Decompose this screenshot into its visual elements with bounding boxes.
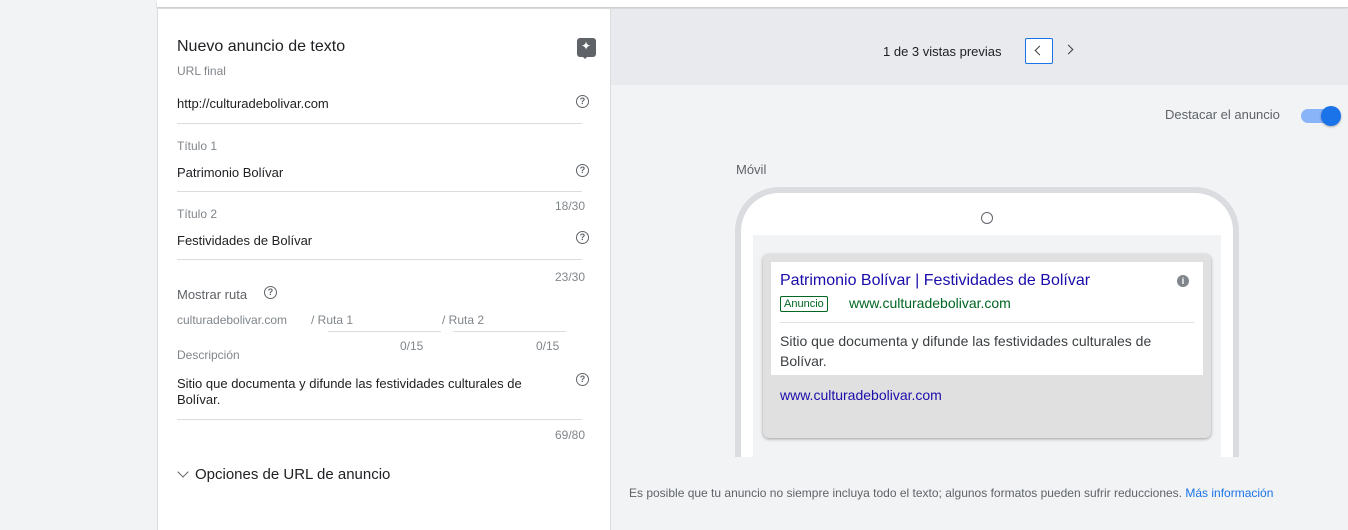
highlight-ad-label: Destacar el anuncio — [1165, 107, 1280, 122]
final-url-help-icon[interactable]: ? — [576, 95, 589, 108]
final-url-input[interactable]: http://culturadebolivar.com — [177, 96, 329, 111]
disclaimer-text: Es posible que tu anuncio no siempre inc… — [629, 486, 1182, 500]
preview-panel: 1 de 3 vistas previas Destacar el anunci… — [610, 9, 1348, 530]
title2-counter: 23/30 — [555, 270, 586, 284]
description-counter: 69/80 — [555, 428, 586, 442]
previous-preview-button[interactable] — [1025, 38, 1053, 64]
title2-divider — [177, 259, 582, 260]
ad-display-url: www.culturadebolivar.com — [849, 295, 1011, 311]
preview-count: 1 de 3 vistas previas — [883, 44, 1002, 59]
ad-preview-body: Patrimonio Bolívar | Festividades de Bol… — [771, 262, 1203, 375]
path-help-icon[interactable]: ? — [264, 286, 277, 299]
description-input[interactable]: Sitio que documenta y difunde las festiv… — [177, 376, 562, 408]
ad-headline[interactable]: Patrimonio Bolívar | Festividades de Bol… — [780, 272, 1090, 290]
path-label: Mostrar ruta — [177, 287, 248, 302]
ad-sitelink[interactable]: www.culturadebolivar.com — [780, 387, 942, 403]
path-domain: culturadebolivar.com — [177, 313, 288, 327]
title1-input[interactable]: Patrimonio Bolívar — [177, 165, 283, 180]
title1-counter: 18/30 — [555, 199, 586, 213]
url-options-label: Opciones de URL de anuncio — [195, 466, 391, 483]
chevron-down-icon — [177, 466, 189, 478]
title1-help-icon[interactable]: ? — [576, 164, 589, 177]
ad-preview-icon[interactable] — [577, 38, 596, 59]
final-url-label: URL final — [177, 64, 226, 78]
preview-disclaimer: Es posible que tu anuncio no siempre inc… — [629, 486, 1341, 501]
path1-counter: 0/15 — [400, 339, 424, 353]
title2-label: Título 2 — [177, 207, 218, 221]
path2-input[interactable]: / Ruta 2 — [442, 313, 484, 327]
path1-input[interactable]: / Ruta 1 — [311, 313, 353, 327]
top-bar — [157, 0, 1348, 8]
url-options-toggle[interactable]: Opciones de URL de anuncio — [177, 466, 390, 483]
mobile-phone-frame: Patrimonio Bolívar | Festividades de Bol… — [735, 187, 1239, 457]
page: Nuevo anuncio de texto URL final http://… — [0, 0, 1348, 530]
path2-counter: 0/15 — [536, 339, 560, 353]
description-help-icon[interactable]: ? — [576, 373, 589, 386]
description-divider — [177, 419, 582, 420]
phone-screen: Patrimonio Bolívar | Festividades de Bol… — [753, 235, 1221, 457]
next-preview-button[interactable] — [1057, 38, 1085, 64]
path1-underline — [328, 331, 441, 332]
description-label: Descripción — [177, 348, 240, 362]
toggle-knob — [1321, 106, 1341, 126]
ad-editor-panel: Nuevo anuncio de texto URL final http://… — [157, 9, 610, 530]
title2-input[interactable]: Festividades de Bolívar — [177, 233, 312, 248]
device-label: Móvil — [736, 162, 767, 177]
ad-preview-card: Patrimonio Bolívar | Festividades de Bol… — [763, 254, 1211, 438]
title2-help-icon[interactable]: ? — [576, 231, 589, 244]
path2-underline — [453, 331, 566, 332]
chevron-left-icon — [1034, 45, 1045, 56]
title1-label: Título 1 — [177, 139, 218, 153]
info-icon[interactable]: i — [1177, 275, 1189, 287]
title1-divider — [177, 191, 582, 192]
ad-separator — [780, 322, 1194, 323]
ad-description: Sitio que documenta y difunde las festiv… — [780, 333, 1152, 369]
ad-badge: Anuncio — [780, 296, 828, 312]
more-info-link[interactable]: Más información — [1185, 486, 1273, 500]
chevron-right-icon — [1063, 44, 1074, 55]
camera-icon — [981, 212, 993, 224]
form-title: Nuevo anuncio de texto — [177, 38, 346, 55]
final-url-divider — [177, 123, 582, 124]
highlight-ad-toggle[interactable] — [1301, 106, 1341, 126]
